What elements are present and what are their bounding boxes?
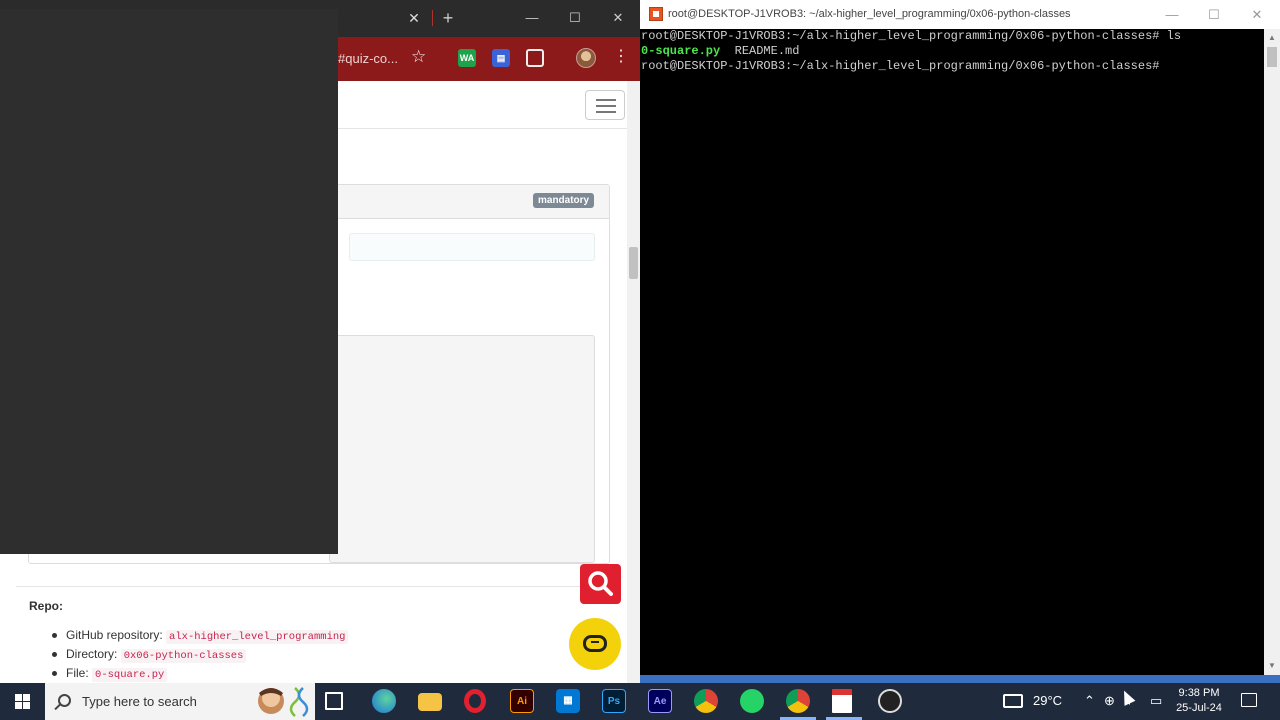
maximize-icon[interactable]: ☐ [563,8,587,28]
terminal-title-bar: root@DESKTOP-J1VROB3: ~/alx-higher_level… [640,0,1280,29]
network-globe-icon[interactable]: ⊕ [1104,692,1115,710]
divider [16,586,610,587]
list-item: Directory: 0x06-python-classes [50,645,348,664]
repo-value: alx-higher_level_programming [166,630,349,644]
scroll-down-icon[interactable]: ▼ [1268,661,1276,670]
list-item: File: 0-square.py [50,664,348,683]
list-item: GitHub repository: alx-higher_level_prog… [50,626,349,645]
illustrator-icon[interactable]: Ai [510,689,534,713]
search-highlight-illustration-icon [258,687,309,717]
terminal-window: root@DESKTOP-J1VROB3: ~/alx-higher_level… [640,0,1280,683]
hamburger-menu-button[interactable] [585,90,625,120]
windows-logo-icon [15,694,22,701]
photoshop-icon[interactable]: Ps [602,689,626,713]
directory-label: Directory: [66,647,118,661]
chat-widget-button[interactable] [569,618,621,670]
repo-label: GitHub repository: [66,628,163,642]
desktop: ✕ + — ☐ ✕ #quiz-co... ☆ WA ▤ ⋮ mandatory… [0,0,1280,720]
mandatory-badge: mandatory [533,193,595,208]
microsoft-store-icon[interactable]: ▦ [556,689,580,713]
dark-overlay-panel [0,9,338,554]
file-label: File: [66,666,89,680]
terminal-bottom-bar [640,675,1280,683]
new-tab-icon[interactable]: + [440,8,456,28]
scrollbar-thumb[interactable] [1267,47,1277,67]
maximize-icon[interactable]: ☐ [1202,5,1226,25]
terminal-prompt: root@DESKTOP-J1VROB3:~/alx-higher_level_… [641,59,1160,73]
profile-avatar[interactable] [576,48,596,68]
chrome-icon[interactable] [694,689,718,713]
scrollbar-thumb[interactable] [629,247,638,279]
browser-window: ✕ + — ☐ ✕ #quiz-co... ☆ WA ▤ ⋮ mandatory… [0,0,640,683]
obs-icon[interactable] [878,689,902,713]
weather-news-icon[interactable] [1003,694,1023,708]
search-icon [588,571,613,596]
pdf-viewer-icon[interactable] [832,689,852,713]
weather-temperature[interactable]: 29°C [1033,693,1062,708]
minimize-icon[interactable]: — [1160,5,1184,25]
taskbar: Type here to search Ai ▦ Ps Ae 29°C ⌃ ⊕ … [0,683,1280,720]
terminal-scrollbar[interactable]: ▲ ▼ [1264,29,1280,675]
clock-time: 9:38 PM [1178,687,1220,699]
address-bar-text[interactable]: #quiz-co... [338,51,398,66]
whatsapp-extension-icon[interactable]: WA [458,49,476,67]
file-value: 0-square.py [92,668,168,682]
after-effects-icon[interactable]: Ae [648,689,672,713]
task-description-box [349,233,595,261]
file-explorer-icon[interactable] [418,693,442,711]
taskbar-clock[interactable]: 9:38 PM 25-Jul-24 [1168,686,1230,716]
terminal-title: root@DESKTOP-J1VROB3: ~/alx-higher_level… [668,8,1071,20]
clock-date: 25-Jul-24 [1176,702,1222,714]
search-placeholder: Type here to search [82,694,197,709]
page-scrollbar[interactable] [627,81,640,683]
repo-details-list: GitHub repository: alx-higher_level_prog… [50,626,349,683]
opera-icon[interactable] [464,689,486,713]
bookmark-star-icon[interactable]: ☆ [411,47,426,67]
code-example-box [329,335,595,563]
directory-value: 0x06-python-classes [120,649,247,663]
battery-icon[interactable]: ▭ [1150,692,1162,710]
terminal-line: 0-square.py README.md [641,44,1264,59]
taskbar-search-box[interactable]: Type here to search [45,683,315,720]
tab-close-icon[interactable]: ✕ [406,9,422,27]
tab-divider [432,10,433,26]
task-view-icon[interactable] [325,692,343,710]
edge-icon[interactable] [372,689,396,713]
search-icon [58,694,71,707]
file-entry: README.md [720,44,800,58]
terminal-line: root@DESKTOP-J1VROB3:~/alx-higher_level_… [641,29,1182,43]
terminal-output[interactable]: root@DESKTOP-J1VROB3:~/alx-higher_level_… [640,29,1264,675]
show-hidden-icons-chevron-icon[interactable]: ⌃ [1084,692,1095,710]
extensions-puzzle-icon[interactable] [526,49,544,67]
ubuntu-terminal-icon [649,7,663,21]
chrome-profile-icon[interactable] [786,689,810,713]
close-icon[interactable]: ✕ [1245,5,1269,25]
translate-extension-icon[interactable]: ▤ [492,49,510,67]
search-fab-button[interactable] [580,564,621,604]
browser-menu-icon[interactable]: ⋮ [613,47,629,67]
file-entry: 0-square.py [641,44,721,58]
minimize-icon[interactable]: — [520,8,544,28]
repo-heading: Repo: [29,599,63,613]
scroll-up-icon[interactable]: ▲ [1268,33,1276,42]
whatsapp-icon[interactable] [740,689,764,713]
chat-bubble-icon [583,635,607,652]
close-icon[interactable]: ✕ [606,8,630,28]
notification-center-icon[interactable] [1241,693,1257,707]
overlay-edge [0,0,338,9]
start-button[interactable] [0,683,45,720]
